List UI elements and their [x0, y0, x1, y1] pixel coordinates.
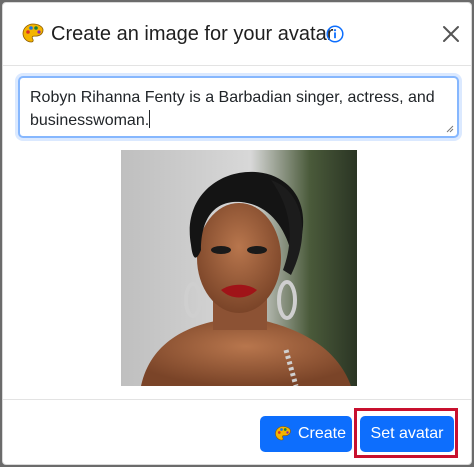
- set-avatar-button[interactable]: Set avatar: [360, 416, 454, 452]
- create-button-label: Create: [298, 425, 347, 442]
- avatar-portrait: [121, 150, 357, 386]
- text-cursor: [149, 110, 151, 128]
- palette-icon: [22, 23, 44, 43]
- prompt-textarea[interactable]: Robyn Rihanna Fenty is a Barbadian singe…: [18, 76, 459, 138]
- prompt-text: Robyn Rihanna Fenty is a Barbadian singe…: [30, 89, 435, 129]
- avatar-dialog: Create an image for your avatar Robyn Ri…: [2, 2, 472, 465]
- generated-avatar-image: [121, 150, 357, 386]
- close-icon[interactable]: [440, 23, 462, 45]
- dialog-title: Create an image for your avatar: [51, 23, 334, 45]
- resize-grip-icon[interactable]: [446, 125, 454, 133]
- dialog-header: Create an image for your avatar: [3, 3, 471, 66]
- create-button[interactable]: Create: [260, 416, 352, 452]
- palette-icon: [275, 426, 291, 441]
- info-icon[interactable]: [326, 25, 344, 43]
